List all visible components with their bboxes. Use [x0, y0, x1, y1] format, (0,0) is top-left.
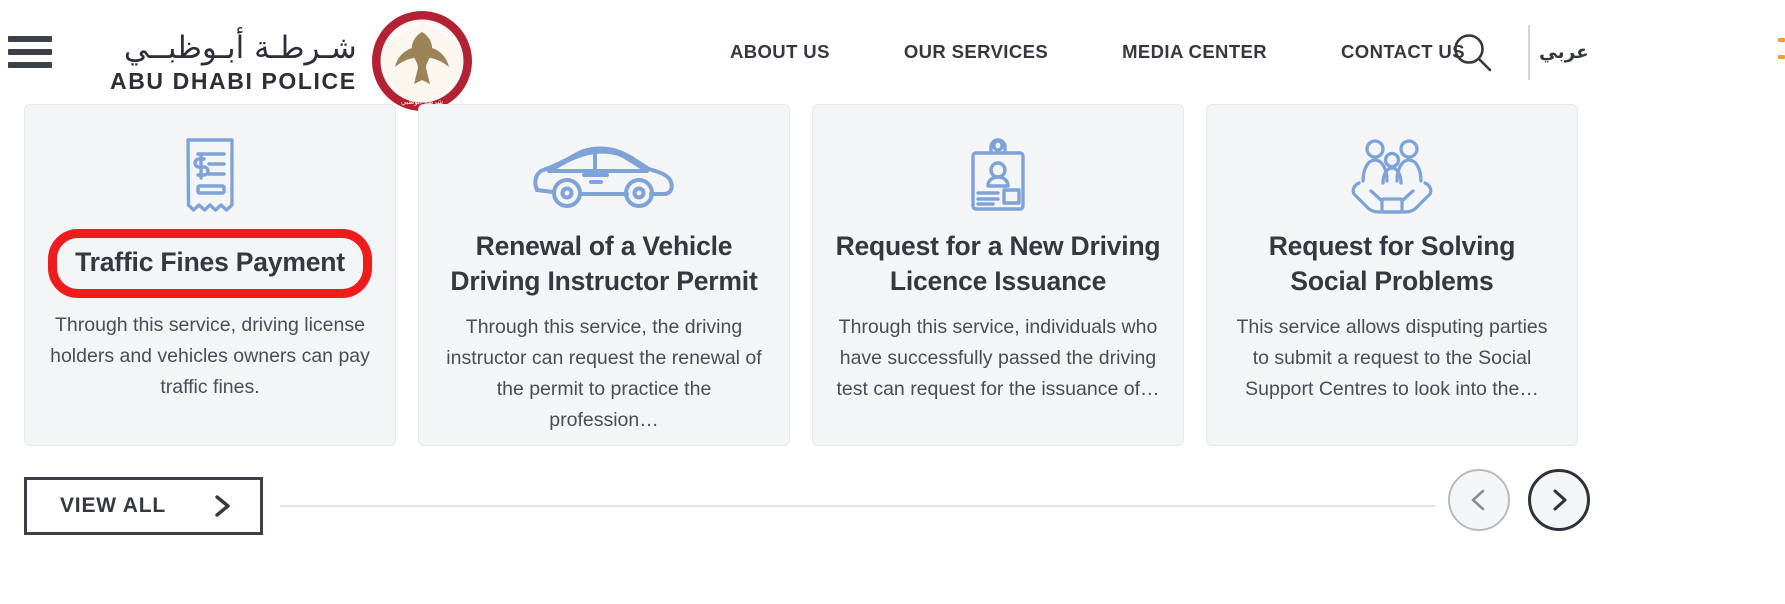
service-card-description: Through this service, driving license ho… [50, 313, 370, 398]
services-card-carousel: Traffic Fines Payment Through this servi… [0, 104, 1785, 446]
header-edge-icon[interactable] [1778, 38, 1785, 67]
hamburger-menu-icon[interactable] [8, 30, 52, 74]
carousel-prev-button[interactable] [1448, 469, 1510, 531]
abu-dhabi-police-crest-icon: شرطة أبوظبي [371, 11, 472, 111]
view-all-button[interactable]: VIEW ALL [24, 477, 263, 535]
brand-text: شـرطـة أبـوظبــي ABU DHABI POLICE [110, 29, 357, 94]
service-card-vehicle-driving-instructor-permit[interactable]: Renewal of a Vehicle Driving Instructor … [418, 104, 790, 446]
hamburger-bar [8, 36, 52, 42]
service-card-new-driving-licence-issuance[interactable]: Request for a New Driving Licence Issuan… [812, 104, 1184, 446]
service-card-title: Renewal of a Vehicle Driving Instructor … [450, 231, 758, 296]
service-card-title: Request for Solving Social Problems [1268, 231, 1516, 296]
service-card-solving-social-problems[interactable]: Request for Solving Social Problems This… [1206, 104, 1578, 446]
service-card-description: This service allows disputing parties to… [1236, 316, 1548, 401]
carousel-footer: VIEW ALL [0, 455, 1785, 604]
family-in-hands-icon [1349, 135, 1435, 217]
service-card-title: Request for a New Driving Licence Issuan… [835, 231, 1161, 296]
language-toggle-arabic[interactable]: عربي [1502, 42, 1626, 63]
carousel-next-button[interactable] [1528, 469, 1590, 531]
service-card-description: Through this service, the driving instru… [446, 316, 762, 432]
hamburger-bar [8, 49, 52, 55]
view-all-label: VIEW ALL [60, 494, 166, 517]
site-header: شـرطـة أبـوظبــي ABU DHABI POLICE شرطة أ… [0, 0, 1785, 111]
nav-item-media-center[interactable]: MEDIA CENTER [1085, 41, 1304, 63]
nav-item-about-us[interactable]: ABOUT US [730, 41, 867, 63]
service-card-description: Through this service, individuals who ha… [836, 316, 1160, 401]
page-root: شـرطـة أبـوظبــي ABU DHABI POLICE شرطة أ… [0, 0, 1785, 604]
service-card-traffic-fines-payment[interactable]: Traffic Fines Payment Through this servi… [24, 104, 396, 446]
header-divider [1528, 25, 1530, 80]
chevron-right-icon [1553, 489, 1567, 511]
brand-name-english: ABU DHABI POLICE [110, 68, 357, 95]
service-card-title: Traffic Fines Payment [48, 229, 372, 298]
carousel-controls [1448, 469, 1590, 531]
receipt-invoice-icon [179, 135, 241, 217]
car-icon [529, 135, 679, 217]
edge-bar [1778, 55, 1785, 59]
brand-logo[interactable]: شـرطـة أبـوظبــي ABU DHABI POLICE شرطة أ… [110, 10, 473, 112]
brand-name-arabic: شـرطـة أبـوظبــي [123, 29, 357, 66]
chevron-right-icon [215, 495, 230, 517]
footer-rule [280, 505, 1435, 507]
search-icon[interactable] [1448, 29, 1496, 77]
edge-bar [1778, 38, 1785, 42]
hamburger-bar [8, 62, 52, 68]
nav-item-our-services[interactable]: OUR SERVICES [867, 41, 1085, 63]
chevron-left-icon [1471, 489, 1485, 511]
id-badge-icon [967, 135, 1029, 217]
